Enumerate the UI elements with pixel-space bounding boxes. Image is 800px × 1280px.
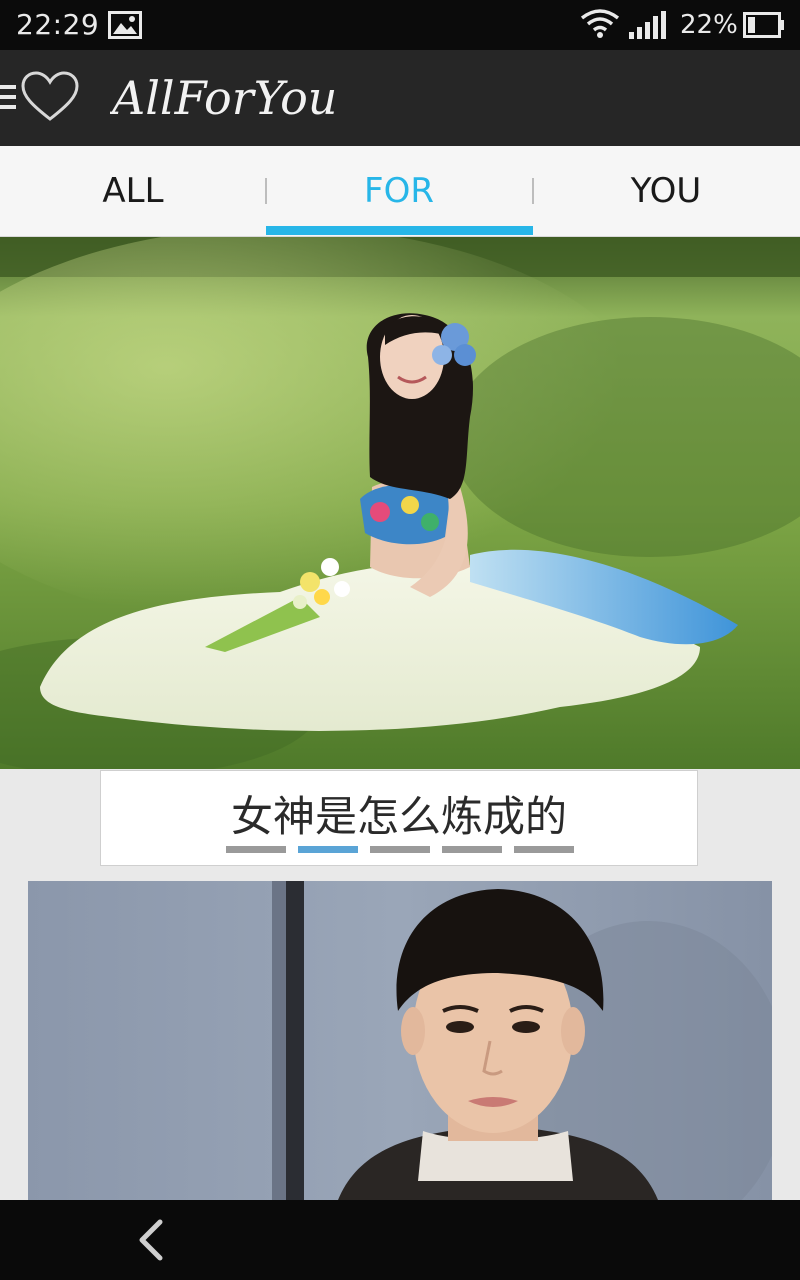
carousel-dot[interactable] <box>226 846 286 853</box>
feed-photo[interactable] <box>28 881 772 1200</box>
hero-photo[interactable] <box>0 237 800 769</box>
carousel-caption: 女神是怎么炼成的 <box>230 792 567 841</box>
carousel-dot-active[interactable] <box>298 846 358 853</box>
tab-for[interactable]: FOR <box>266 146 532 236</box>
app-logo: AllForYou <box>110 71 337 125</box>
gallery-icon <box>108 11 142 39</box>
tab-all[interactable]: ALL <box>0 146 266 236</box>
status-time: 22:29 <box>16 8 100 41</box>
app-logo-text: AllForYou <box>110 71 337 125</box>
tab-bar: ALL FOR YOU <box>0 146 800 237</box>
battery-icon <box>743 12 784 38</box>
portrait-illustration <box>28 881 772 1200</box>
carousel-dot[interactable] <box>514 846 574 853</box>
carousel-dot[interactable] <box>442 846 502 853</box>
hero-illustration <box>0 237 800 769</box>
carousel-indicators <box>226 846 574 854</box>
carousel-dot[interactable] <box>370 846 430 853</box>
tab-you[interactable]: YOU <box>533 146 799 236</box>
carousel-caption-card: 女神是怎么炼成的 <box>100 770 698 866</box>
battery-percent: 22% <box>680 10 738 40</box>
nav-bar <box>0 1200 800 1280</box>
heart-icon[interactable] <box>20 70 80 124</box>
back-icon[interactable] <box>130 1216 178 1264</box>
active-tab-indicator <box>266 226 533 235</box>
app-bar: AllForYou <box>0 50 800 146</box>
wifi-icon <box>580 9 620 38</box>
status-bar: 22:29 22% <box>0 0 800 50</box>
menu-icon[interactable] <box>0 82 18 112</box>
signal-icon <box>629 11 666 39</box>
